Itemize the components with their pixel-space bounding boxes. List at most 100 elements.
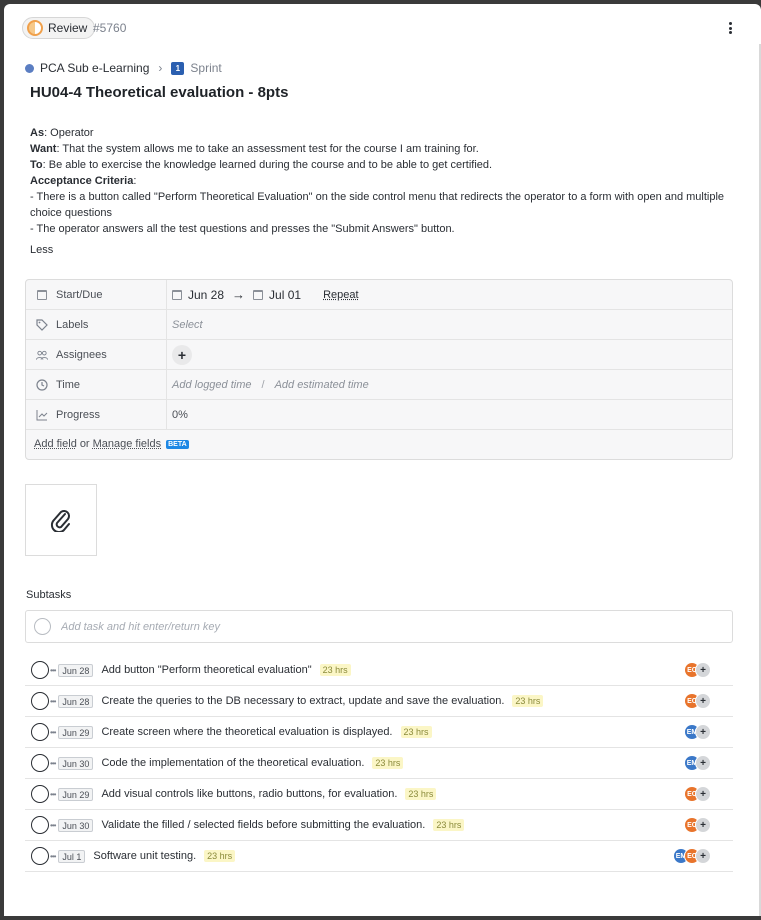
subtask-name[interactable]: Add button "Perform theoretical evaluati… xyxy=(101,664,311,676)
assignee-avatars[interactable]: EM + xyxy=(684,755,711,771)
attachment-dropzone[interactable] xyxy=(25,484,97,556)
subtask-row[interactable]: ••• Jun 30 Code the implementation of the … xyxy=(25,748,733,779)
clock-icon xyxy=(36,378,48,391)
subtask-date[interactable]: Jun 30 xyxy=(58,756,94,770)
arrow-right-icon: → xyxy=(232,287,246,302)
status-button[interactable]: Review xyxy=(22,17,96,39)
to-label: To xyxy=(30,159,43,171)
repeat-link[interactable]: Repeat xyxy=(323,289,358,301)
add-assignee-button[interactable]: + xyxy=(695,848,711,864)
time-estimate-badge[interactable]: 23 hrs xyxy=(433,819,465,831)
add-logged-time[interactable]: Add logged time xyxy=(172,379,252,391)
drag-handle-icon[interactable]: ••• xyxy=(50,821,56,830)
drag-handle-icon[interactable]: ••• xyxy=(50,790,56,799)
criteria-item-1: - There is a button called "Perform Theo… xyxy=(30,191,725,219)
time-estimate-badge[interactable]: 23 hrs xyxy=(400,726,432,738)
subtask-row[interactable]: ••• Jun 28 Create the queries to the DB ne… xyxy=(25,686,733,717)
due-date[interactable]: Jul 01 xyxy=(269,288,301,302)
subtask-checkbox[interactable] xyxy=(31,785,49,803)
add-assignee-button[interactable]: + xyxy=(695,693,711,709)
drag-handle-icon[interactable]: ••• xyxy=(50,759,56,768)
drag-handle-icon[interactable]: ••• xyxy=(50,666,56,675)
subtask-name[interactable]: Create the queries to the DB necessary t… xyxy=(101,695,504,707)
drag-handle-icon[interactable]: ••• xyxy=(50,728,56,737)
time-separator: / xyxy=(261,378,265,391)
add-field-link[interactable]: Add field xyxy=(34,438,77,450)
time-estimate-badge[interactable]: 23 hrs xyxy=(405,788,437,800)
subtask-row[interactable]: ••• Jun 29 Create screen where the theoret… xyxy=(25,717,733,748)
breadcrumb: PCA Sub e-Learning › 1 Sprint xyxy=(25,61,222,75)
assignee-avatars[interactable]: EC + xyxy=(684,786,711,802)
subtask-name[interactable]: Software unit testing. xyxy=(93,850,196,862)
new-subtask-input[interactable] xyxy=(59,619,659,634)
add-assignee-button[interactable]: + xyxy=(695,786,711,802)
labels-select[interactable]: Select xyxy=(172,319,203,331)
subtask-row[interactable]: ••• Jun 28 Add button "Perform theoretical… xyxy=(25,655,733,686)
calendar-icon xyxy=(253,289,264,300)
subtask-checkbox[interactable] xyxy=(31,661,49,679)
progress-value: 0% xyxy=(172,408,188,421)
new-subtask-field[interactable] xyxy=(25,610,733,643)
subtask-list: ••• Jun 28 Add button "Perform theoretical… xyxy=(25,655,733,872)
subtask-checkbox[interactable] xyxy=(31,816,49,834)
add-assignee-button[interactable]: + xyxy=(695,662,711,678)
add-assignee-button[interactable]: + xyxy=(172,344,192,365)
time-label: Time xyxy=(56,378,81,391)
subtask-date[interactable]: Jun 29 xyxy=(58,787,94,801)
subtask-date[interactable]: Jun 30 xyxy=(58,818,94,832)
subtask-date[interactable]: Jun 28 xyxy=(58,663,94,677)
subtask-date[interactable]: Jun 28 xyxy=(58,694,94,708)
sprint-icon: 1 xyxy=(171,61,185,75)
add-assignee-button[interactable]: + xyxy=(695,755,711,771)
subtask-name[interactable]: Code the implementation of the theoretic… xyxy=(101,757,364,769)
status-circle-icon xyxy=(34,618,51,635)
time-estimate-badge[interactable]: 23 hrs xyxy=(319,664,351,676)
subtask-date[interactable]: Jul 1 xyxy=(58,849,86,863)
task-id[interactable]: #5760 xyxy=(93,21,126,35)
subtask-checkbox[interactable] xyxy=(31,692,49,710)
assignee-avatars[interactable]: EM EC + xyxy=(673,848,711,864)
time-estimate-badge[interactable]: 23 hrs xyxy=(512,695,544,707)
subtask-row[interactable]: ••• Jun 30 Validate the filled / selected … xyxy=(25,810,733,841)
field-row-time: Time Add logged time / Add estimated tim… xyxy=(26,370,732,400)
assignee-avatars[interactable]: EC + xyxy=(684,817,711,833)
task-title[interactable]: HU04-4 Theoretical evaluation - 8pts xyxy=(30,84,288,101)
add-assignee-button[interactable]: + xyxy=(695,817,711,833)
calendar-icon xyxy=(36,289,48,301)
more-vertical-icon[interactable] xyxy=(725,20,735,36)
subtask-row[interactable]: ••• Jun 29 Add visual controls like button… xyxy=(25,779,733,810)
beta-badge: BETA xyxy=(166,439,189,449)
time-estimate-badge[interactable]: 23 hrs xyxy=(372,757,404,769)
field-label-start-due: Start/Due xyxy=(26,280,167,309)
subtask-row[interactable]: ••• Jul 1 Software unit testing. 23 hrs EM EC… xyxy=(25,841,733,872)
or-text: or xyxy=(79,438,90,450)
show-less-link[interactable]: Less xyxy=(30,244,53,256)
subtask-name[interactable]: Create screen where the theoretical eval… xyxy=(101,726,392,738)
add-field-row: Add field or Manage fields BETA xyxy=(34,438,189,450)
labels-label: Labels xyxy=(56,318,89,331)
subtask-name[interactable]: Add visual controls like buttons, radio … xyxy=(101,788,397,800)
add-estimated-time[interactable]: Add estimated time xyxy=(275,379,369,391)
subtask-checkbox[interactable] xyxy=(31,754,49,772)
drag-handle-icon[interactable]: ••• xyxy=(50,852,56,861)
progress-chart-icon xyxy=(36,409,48,421)
breadcrumb-list[interactable]: PCA Sub e-Learning xyxy=(40,61,149,75)
add-assignee-button[interactable]: + xyxy=(695,724,711,740)
manage-fields-link[interactable]: Manage fields xyxy=(93,438,162,450)
assignee-avatars[interactable]: EC + xyxy=(684,693,711,709)
subtask-checkbox[interactable] xyxy=(31,847,49,865)
time-estimate-badge[interactable]: 23 hrs xyxy=(204,850,236,862)
breadcrumb-sprint[interactable]: Sprint xyxy=(190,61,221,75)
subtask-checkbox[interactable] xyxy=(31,723,49,741)
task-description[interactable]: As: Operator Want: That the system allow… xyxy=(30,125,730,237)
assignee-avatars[interactable]: EC + xyxy=(684,662,711,678)
field-label-progress: Progress xyxy=(26,400,167,429)
subtask-date[interactable]: Jun 29 xyxy=(58,725,94,739)
criteria-label: Acceptance Criteria xyxy=(30,175,134,187)
subtask-name[interactable]: Validate the filled / selected fields be… xyxy=(101,819,425,831)
drag-handle-icon[interactable]: ••• xyxy=(50,697,56,706)
assignee-avatars[interactable]: EM + xyxy=(684,724,711,740)
field-row-progress: Progress 0% xyxy=(26,400,732,430)
status-icon xyxy=(27,20,43,36)
start-date[interactable]: Jun 28 xyxy=(188,288,224,302)
